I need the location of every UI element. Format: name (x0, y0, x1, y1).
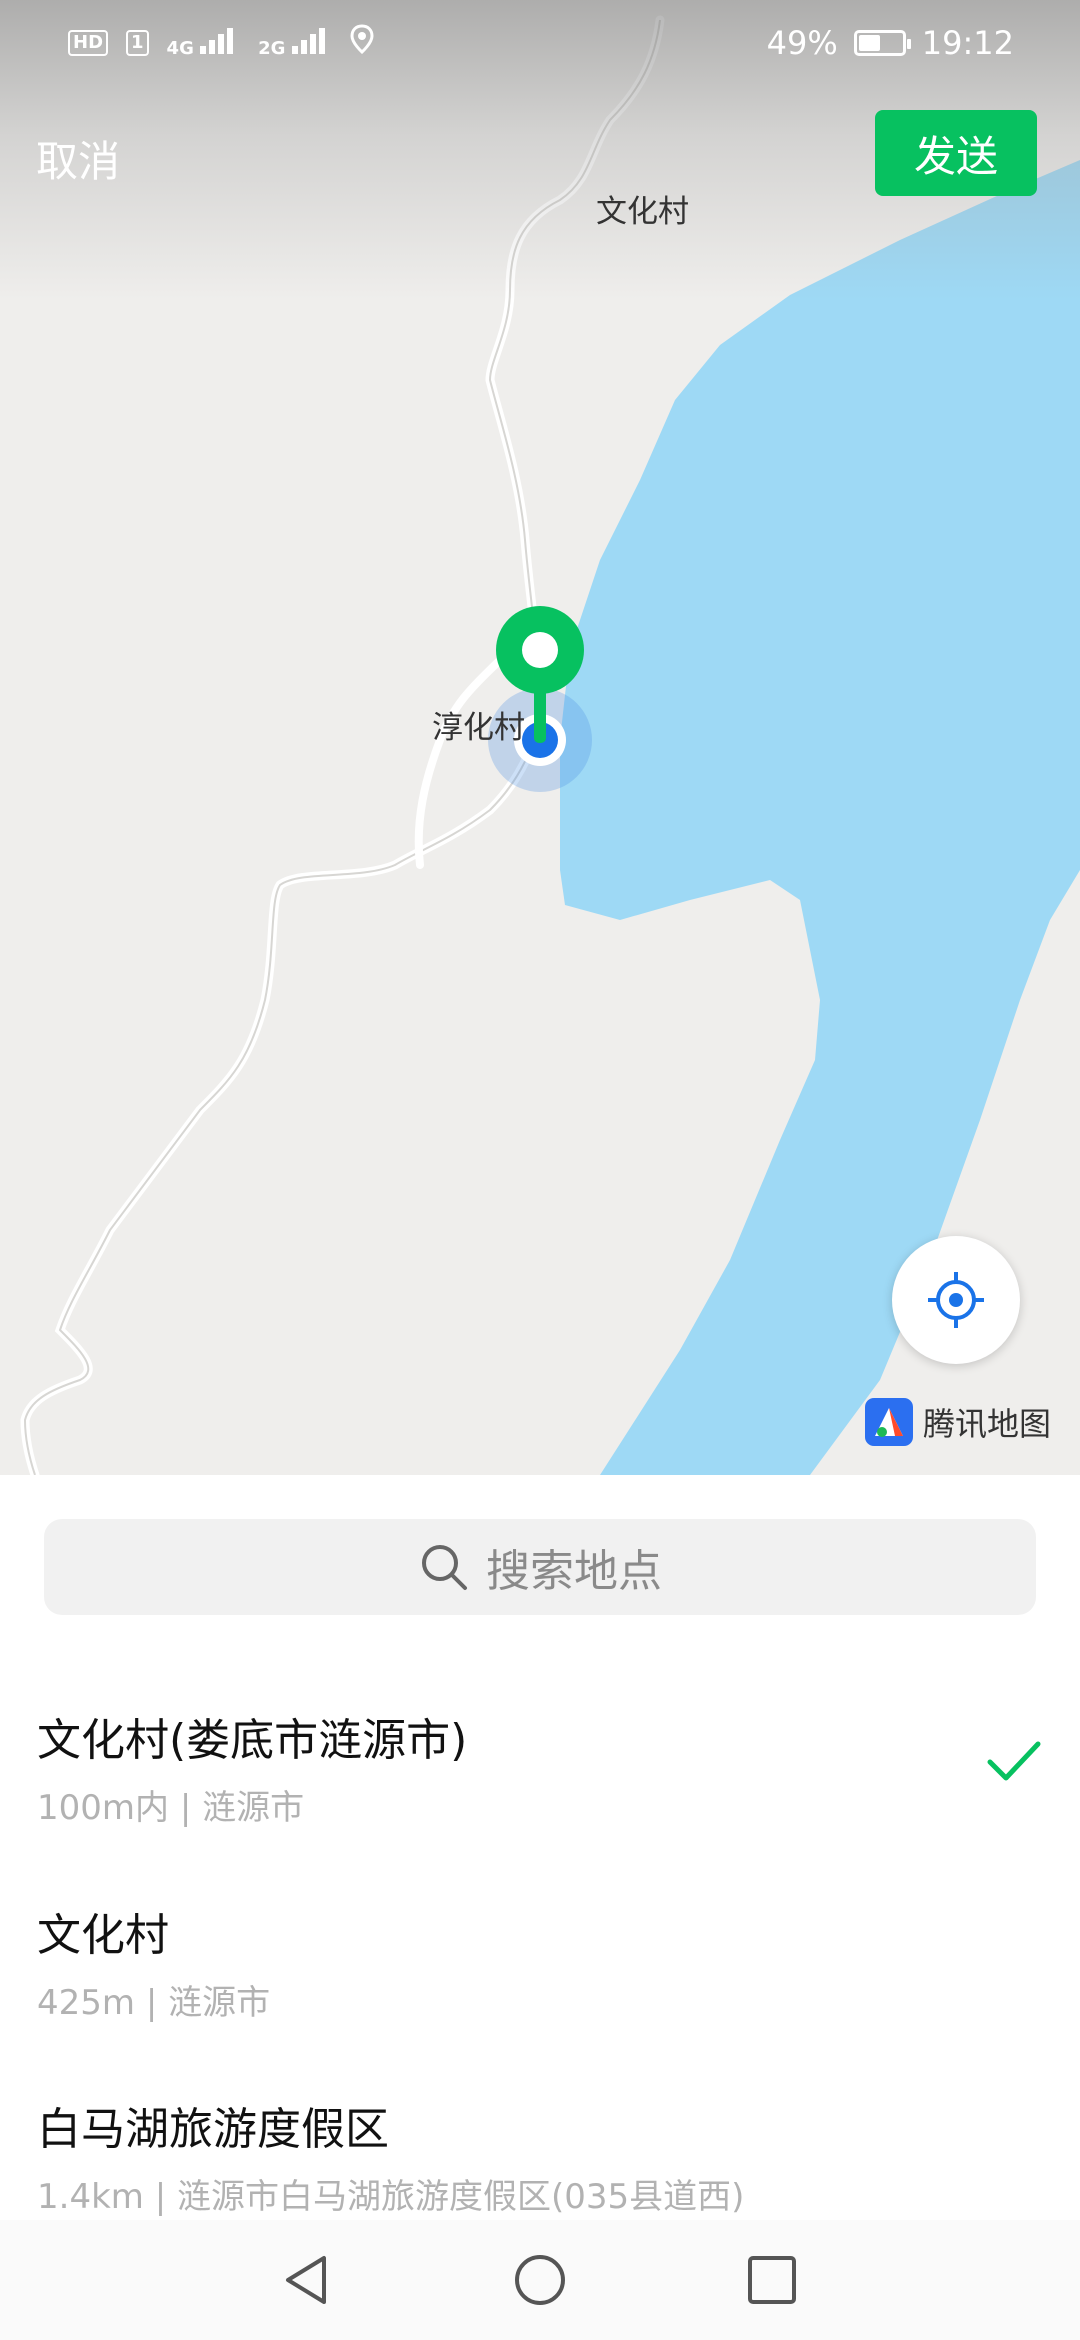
location-list-panel: 搜索地点 文化村(娄底市涟源市) 100m内 | 涟源市 文化村 425m | … (0, 1475, 1080, 2220)
sim1-badge: 1 (126, 30, 149, 56)
back-triangle-icon[interactable] (278, 2250, 338, 2310)
map-provider-badge: 腾讯地图 (865, 1398, 1051, 1446)
send-button[interactable]: 发送 (875, 110, 1037, 196)
result-name: 文化村 (37, 1910, 169, 1961)
clock: 19:12 (921, 24, 1014, 62)
search-placeholder: 搜索地点 (486, 1546, 662, 1597)
result-name: 白马湖旅游度假区 (37, 2104, 389, 2155)
locate-me-button[interactable] (892, 1236, 1020, 1364)
tencent-map-logo-icon (865, 1398, 913, 1446)
map-view[interactable]: 文化村 淳化村 HD 1 4G 2G 49% 19:12 取消 发送 腾讯地图 (0, 0, 1080, 1475)
result-name: 文化村(娄底市涟源市) (37, 1715, 468, 1766)
map-label-village-north: 文化村 (596, 194, 689, 230)
map-label-village-center: 淳化村 (432, 710, 525, 746)
recents-square-icon[interactable] (742, 2250, 802, 2310)
system-nav-bar (0, 2220, 1080, 2340)
signal-4g-icon: 4G (167, 27, 241, 59)
cancel-button[interactable]: 取消 (36, 128, 120, 189)
crosshair-icon (928, 1272, 984, 1328)
result-item[interactable]: 文化村 425m | 涟源市 (0, 1875, 1080, 2061)
checkmark-icon (987, 1741, 1041, 1781)
result-detail: 1.4km | 涟源市白马湖旅游度假区(035县道西) (37, 2177, 745, 2217)
location-status-icon (350, 24, 374, 62)
search-icon (422, 1545, 467, 1590)
battery-percent: 49% (766, 24, 838, 62)
hd-badge: HD (68, 30, 109, 56)
search-input[interactable]: 搜索地点 (44, 1519, 1036, 1615)
battery-icon (853, 30, 911, 56)
status-bar: HD 1 4G 2G 49% 19:12 (0, 0, 1080, 90)
result-detail: 425m | 涟源市 (37, 1983, 271, 2023)
result-detail: 100m内 | 涟源市 (37, 1788, 305, 1828)
map-provider-name: 腾讯地图 (923, 1405, 1052, 1443)
result-item[interactable]: 文化村(娄底市涟源市) 100m内 | 涟源市 (0, 1680, 1080, 1866)
home-circle-icon[interactable] (510, 2250, 570, 2310)
signal-2g-icon: 2G (258, 27, 332, 59)
